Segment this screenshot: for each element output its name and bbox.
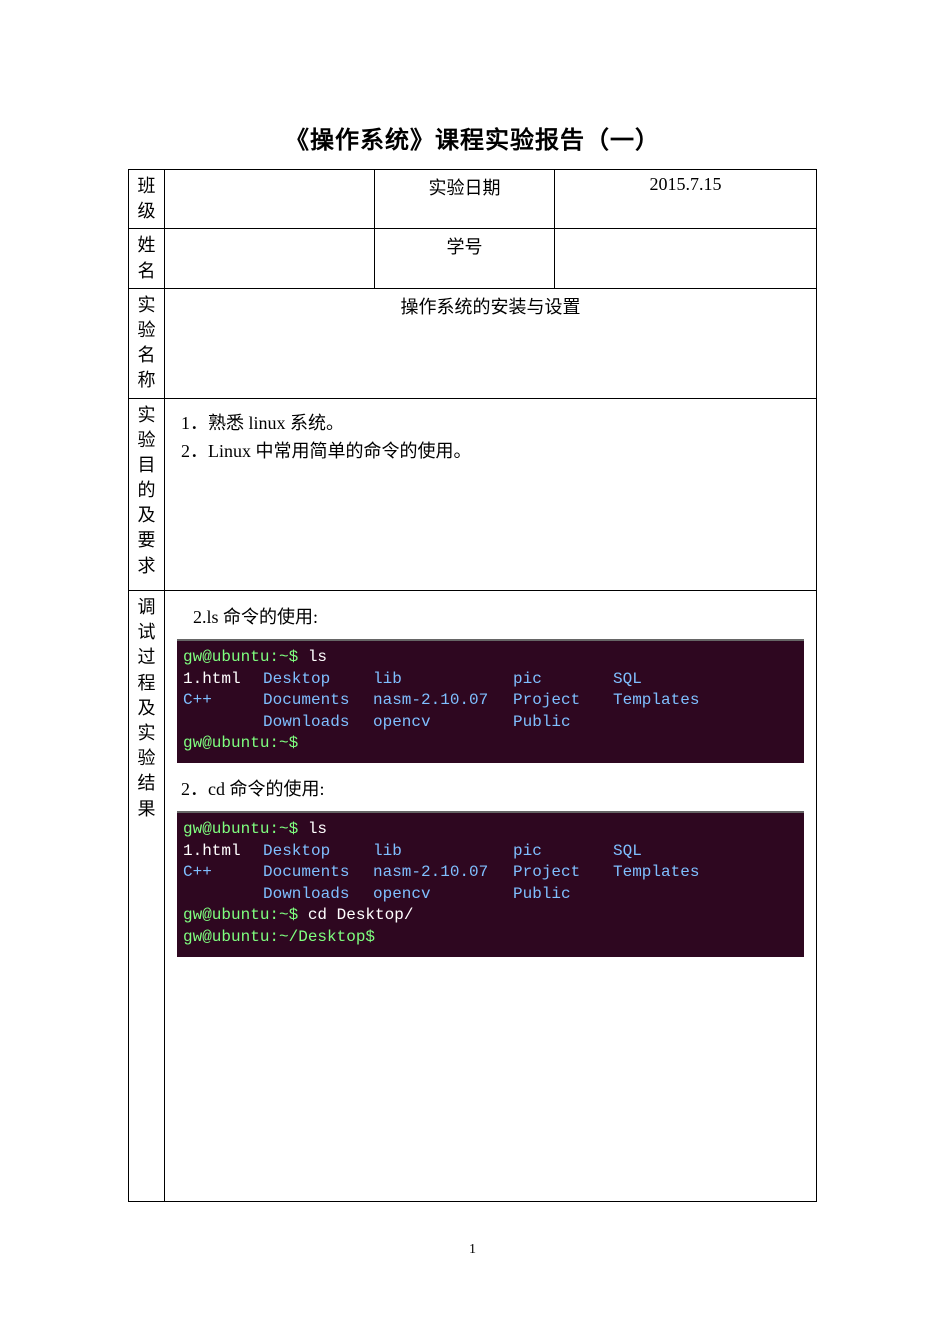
value-sid — [555, 229, 817, 288]
value-debug: 2.ls 命令的使用: gw@ubuntu:~$ ls 1.htmlDeskto… — [165, 591, 817, 1202]
section-ls-title: 2.ls 命令的使用: — [175, 601, 806, 633]
label-class: 班级 — [129, 170, 165, 229]
label-purpose: 实验目的及要求 — [129, 398, 165, 591]
label-sid: 学号 — [375, 229, 555, 288]
report-table: 班级 实验日期 2015.7.15 姓名 学号 实验名称 操作系统的安装与设置 … — [128, 169, 817, 1202]
label-debug: 调试过程及实验结果 — [129, 591, 165, 1202]
value-purpose: 1．熟悉 linux 系统。 2．Linux 中常用简单的命令的使用。 — [165, 398, 817, 591]
section-cd-title: 2．cd 命令的使用: — [175, 773, 806, 805]
value-name — [165, 229, 375, 288]
value-date: 2015.7.15 — [555, 170, 817, 229]
label-exp-name: 实验名称 — [129, 288, 165, 398]
page-title: 《操作系统》课程实验报告（一） — [128, 120, 817, 155]
terminal-screenshot-cd: gw@ubuntu:~$ ls 1.htmlDesktoplibpicSQL C… — [177, 811, 804, 957]
terminal-screenshot-ls: gw@ubuntu:~$ ls 1.htmlDesktoplibpicSQL C… — [177, 639, 804, 763]
label-name: 姓名 — [129, 229, 165, 288]
label-date: 实验日期 — [375, 170, 555, 229]
value-class — [165, 170, 375, 229]
purpose-line-1: 1．熟悉 linux 系统。 — [181, 409, 800, 438]
purpose-line-2: 2．Linux 中常用简单的命令的使用。 — [181, 437, 800, 466]
page-number: 1 — [128, 1242, 817, 1258]
value-exp-name: 操作系统的安装与设置 — [165, 288, 817, 398]
